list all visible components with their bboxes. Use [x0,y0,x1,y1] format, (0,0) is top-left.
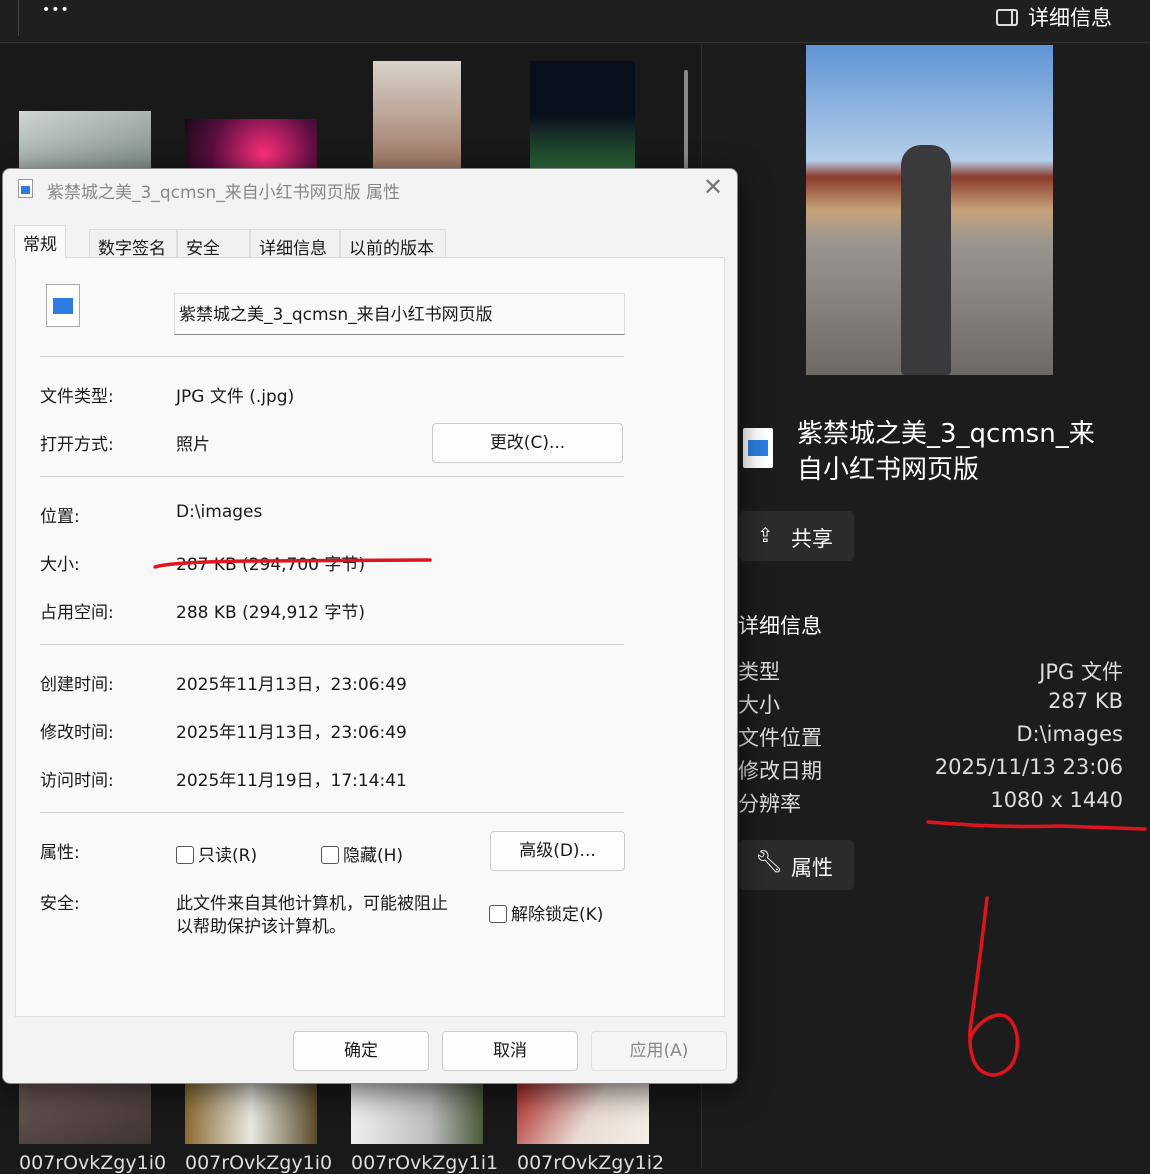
handwritten-six [968,896,1020,1077]
strike-line [153,558,432,569]
tab-general[interactable]: 常规 [14,225,66,258]
red-annotations [153,558,1147,1077]
underline [926,820,1147,831]
